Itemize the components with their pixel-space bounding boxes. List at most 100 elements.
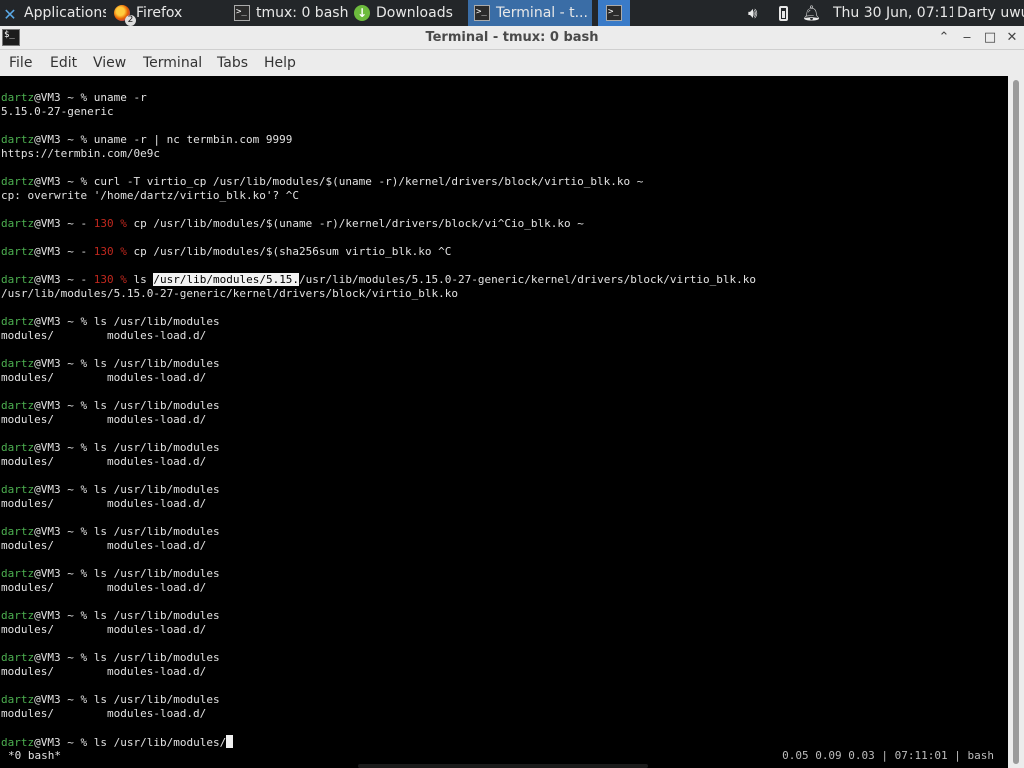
output-line: modules/ modules-load.d/ — [1, 413, 206, 427]
prompt-host-path: @VM3 ~ — [34, 315, 81, 328]
output-text: 5.15.0-27-generic — [1, 105, 114, 118]
horizontal-scroll-indicator[interactable] — [358, 764, 648, 768]
vertical-scrollbar[interactable] — [1008, 76, 1024, 768]
minimize-button[interactable]: ‒ — [957, 28, 977, 48]
output-text: modules/ modules-load.d/ — [1, 371, 207, 384]
prompt-host-path: @VM3 ~ — [34, 273, 81, 286]
menu-edit[interactable]: Edit — [50, 50, 77, 76]
selected-text: /usr/lib/modules/5.15. — [153, 273, 300, 286]
prompt-user: dartz — [1, 441, 35, 454]
prompt-user: dartz — [1, 736, 35, 749]
terminal-output[interactable]: dartz@VM3 ~ % uname -r 5.15.0-27-generic d… — [0, 76, 1008, 768]
output-line: modules/ modules-load.d/ — [1, 371, 206, 385]
output-line: modules/ modules-load.d/ — [1, 581, 206, 595]
tmux-window-list[interactable]: *0 bash* — [8, 749, 61, 763]
output-line: https://termbin.com/0e9c — [1, 147, 160, 161]
battery-icon[interactable] — [779, 0, 793, 26]
output-line: 5.15.0-27-generic — [1, 105, 114, 119]
prompt-host-path: @VM3 ~ — [34, 245, 81, 258]
prompt-host-path: @VM3 ~ — [34, 651, 81, 664]
terminal-icon: >_ — [234, 5, 250, 21]
prompt-line: dartz@VM3 ~ - 130 % cp /usr/lib/modules/… — [1, 217, 584, 231]
prompt-host-path: @VM3 ~ — [34, 736, 81, 749]
prompt-host-path: @VM3 ~ — [34, 441, 81, 454]
prompt-host-path: @VM3 ~ — [34, 693, 81, 706]
output-line: /usr/lib/modules/5.15.0-27-generic/kerne… — [1, 287, 458, 301]
shade-button[interactable]: ⌃ — [934, 28, 954, 48]
prompt-line: dartz@VM3 ~ - 130 % ls /usr/lib/modules/… — [1, 273, 756, 287]
prompt-user: dartz — [1, 567, 35, 580]
command-text: uname -r — [93, 91, 147, 104]
prompt-symbol: % — [80, 651, 94, 664]
prompt-line: dartz@VM3 ~ - 130 % cp /usr/lib/modules/… — [1, 245, 451, 259]
prompt-host-path: @VM3 ~ — [34, 217, 81, 230]
command-text: ls /usr/lib/modules — [93, 525, 220, 538]
prompt-host-path: @VM3 ~ — [34, 483, 81, 496]
exit-code: 130 — [93, 245, 114, 258]
output-line: modules/ modules-load.d/ — [1, 455, 206, 469]
prompt-symbol: % — [80, 609, 94, 622]
taskbar-tmux-label: tmux: 0 bash — [256, 5, 348, 21]
prompt-host-path: @VM3 ~ — [34, 609, 81, 622]
menu-tabs[interactable]: Tabs — [217, 50, 248, 76]
prompt-line: dartz@VM3 ~ % ls /usr/lib/modules/ — [1, 735, 234, 749]
maximize-button[interactable]: □ — [980, 28, 1000, 48]
prompt-user: dartz — [1, 91, 35, 104]
output-text: modules/ modules-load.d/ — [1, 707, 207, 720]
prompt-line: dartz@VM3 ~ % curl -T virtio_cp /usr/lib… — [1, 175, 643, 189]
prompt-line: dartz@VM3 ~ % ls /usr/lib/modules — [1, 357, 220, 371]
taskbar-downloads[interactable]: ↓ Downloads — [350, 0, 466, 26]
command-text: ls — [133, 273, 154, 286]
output-line: modules/ modules-load.d/ — [1, 665, 206, 679]
taskbar-firefox-label: Firefox — [136, 5, 183, 21]
prompt-user: dartz — [1, 651, 35, 664]
scrollbar-thumb[interactable] — [1013, 80, 1019, 764]
taskbar-tmux[interactable]: >_ tmux: 0 bash — [228, 0, 348, 26]
prompt-host-path: @VM3 ~ — [34, 91, 81, 104]
terminal-icon: >_ — [474, 5, 490, 21]
window-title: Terminal - tmux: 0 bash — [425, 30, 599, 45]
prompt-host-path: @VM3 ~ — [34, 525, 81, 538]
prompt-host-path: @VM3 ~ — [34, 133, 81, 146]
window-titlebar[interactable]: $_ Terminal - tmux: 0 bash ⌃ ‒ □ ✕ — [0, 26, 1024, 50]
command-text: ls /usr/lib/modules/ — [93, 736, 227, 749]
prompt-symbol: % — [113, 217, 134, 230]
output-text: modules/ modules-load.d/ — [1, 623, 207, 636]
output-text: modules/ modules-load.d/ — [1, 581, 207, 594]
command-text: curl -T virtio_cp /usr/lib/modules/$(una… — [93, 175, 644, 188]
taskbar-firefox[interactable]: 2 Firefox — [110, 0, 226, 26]
user-menu[interactable]: Darty uwu — [957, 0, 1024, 26]
menu-view[interactable]: View — [93, 50, 126, 76]
close-button[interactable]: ✕ — [1002, 28, 1022, 48]
prompt-host-path: @VM3 ~ — [34, 399, 81, 412]
prompt-user: dartz — [1, 525, 35, 538]
speaker-icon: 🔊︎ — [748, 4, 758, 22]
menu-file[interactable]: File — [9, 50, 32, 76]
prompt-user: dartz — [1, 399, 35, 412]
output-text: https://termbin.com/0e9c — [1, 147, 160, 160]
top-panel: ✕ Applications 2 Firefox >_ tmux: 0 bash… — [0, 0, 1024, 26]
output-text: modules/ modules-load.d/ — [1, 539, 207, 552]
command-text: ls /usr/lib/modules — [93, 693, 220, 706]
notifications-icon[interactable]: 🔔︎ — [802, 0, 820, 26]
applications-menu[interactable]: ✕ Applications — [2, 0, 106, 26]
prompt-symbol: % — [80, 357, 94, 370]
output-text: modules/ modules-load.d/ — [1, 413, 207, 426]
workspace-switcher[interactable]: >_ — [598, 0, 630, 26]
exit-code: 130 — [93, 273, 114, 286]
prompt-line: dartz@VM3 ~ % uname -r | nc termbin.com … — [1, 133, 292, 147]
volume-icon[interactable]: 🔊︎ — [748, 0, 768, 26]
clock[interactable]: Thu 30 Jun, 07:11 — [833, 0, 953, 26]
xfce-logo-icon: ✕ — [3, 5, 17, 24]
prompt-host-path: @VM3 ~ — [34, 357, 81, 370]
prompt-user: dartz — [1, 217, 35, 230]
command-text: ls /usr/lib/modules — [93, 315, 220, 328]
text-cursor — [226, 735, 234, 748]
exit-code: 130 — [93, 217, 114, 230]
menu-terminal[interactable]: Terminal — [143, 50, 202, 76]
menu-help[interactable]: Help — [264, 50, 296, 76]
prompt-symbol: % — [80, 91, 94, 104]
prompt-line: dartz@VM3 ~ % ls /usr/lib/modules — [1, 609, 220, 623]
taskbar-terminal-label: Terminal - t... — [496, 5, 588, 21]
taskbar-terminal[interactable]: >_ Terminal - t... — [468, 0, 592, 26]
